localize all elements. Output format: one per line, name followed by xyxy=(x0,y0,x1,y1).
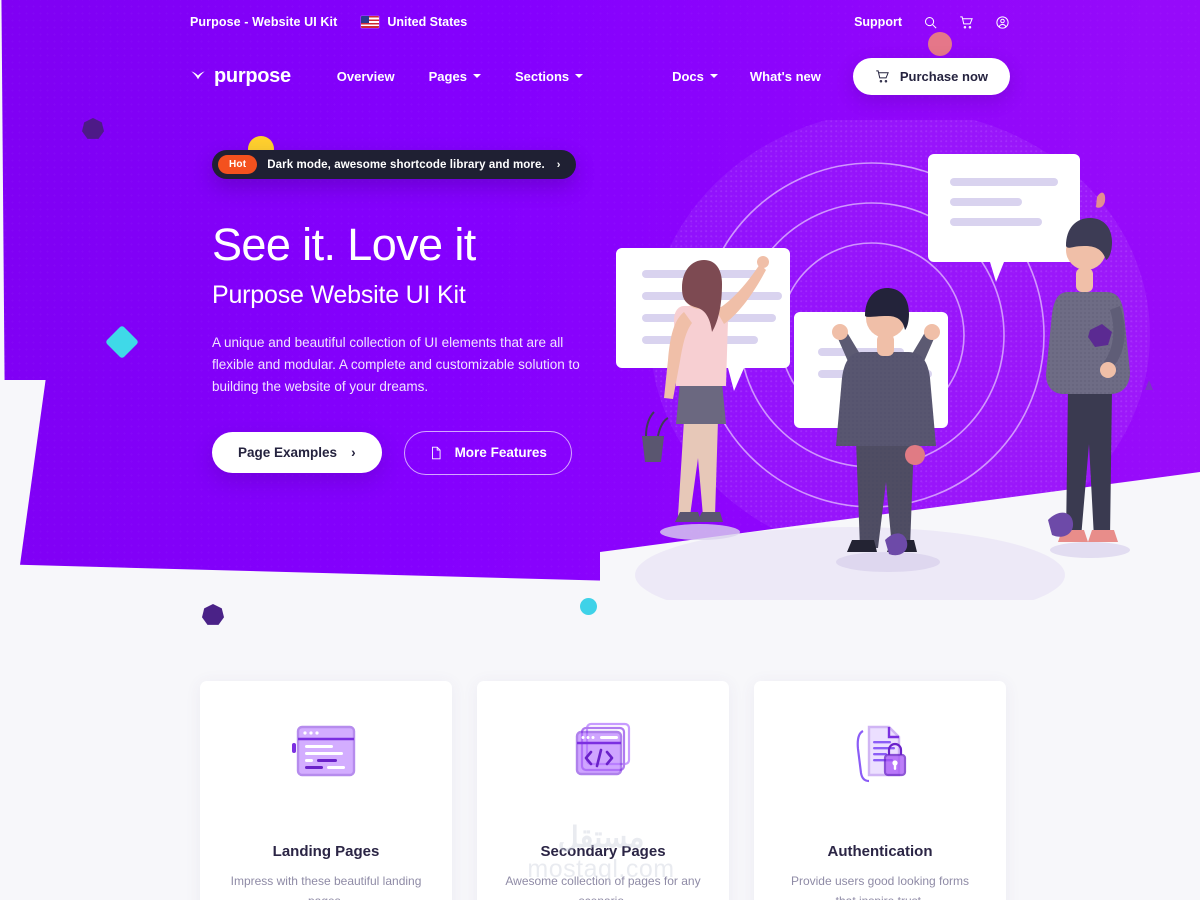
cart-icon xyxy=(876,69,889,82)
bird-logo-icon xyxy=(190,68,206,84)
card-description: Impress with these beautiful landing pag… xyxy=(230,874,422,900)
purchase-now-label: Purchase now xyxy=(899,68,988,84)
nav-item-whats-new-label: What's new xyxy=(749,68,821,84)
hero-illustration xyxy=(600,120,1200,600)
page-examples-button[interactable]: Page Examples › xyxy=(212,432,382,474)
hero-announcement-badge[interactable]: Hot Dark mode, awesome shortcode library… xyxy=(212,150,577,179)
document-lock-icon xyxy=(845,717,915,789)
hero-description: A unique and beautiful collection of UI … xyxy=(212,335,580,394)
us-flag-icon xyxy=(361,16,380,28)
nav-item-sections[interactable]: Sections xyxy=(514,68,584,84)
more-features-label: More Features xyxy=(454,445,547,461)
decor-dot-cyan xyxy=(580,598,597,615)
chevron-right-icon: › xyxy=(351,445,356,461)
document-icon xyxy=(431,446,441,460)
search-icon[interactable] xyxy=(922,14,938,30)
chevron-down-icon xyxy=(575,74,584,78)
cart-icon[interactable] xyxy=(958,14,974,30)
topbar-right-group: Support xyxy=(854,14,1010,30)
nav-item-docs[interactable]: Docs xyxy=(672,69,718,84)
secondary-nav: Docs What's new Purchase now xyxy=(672,31,1010,95)
brand-logo[interactable]: purpose xyxy=(190,65,291,88)
chevron-down-icon xyxy=(709,74,718,78)
card-description: Provide users good looking forms that in… xyxy=(790,874,970,900)
brand-name: purpose xyxy=(214,64,291,87)
nav-item-whats-new[interactable]: What's new xyxy=(750,69,821,84)
browser-window-icon xyxy=(291,717,361,789)
chevron-right-icon: › xyxy=(556,158,561,171)
purchase-now-button[interactable]: Purchase now xyxy=(852,57,1010,95)
country-label: United States xyxy=(387,15,468,29)
main-navbar: purpose Overview Pages Sections Docs Wha… xyxy=(0,31,1200,100)
country-selector[interactable]: United States xyxy=(361,15,467,29)
nav-item-overview-label: Overview xyxy=(336,68,395,84)
nav-item-pages-label: Pages xyxy=(428,68,467,84)
feature-cards: Landing Pages Impress with these beautif… xyxy=(200,681,1006,900)
decor-heptagon-bottom xyxy=(202,604,224,625)
card-description: Awesome collection of pages for any scen… xyxy=(505,874,701,900)
more-features-button[interactable]: More Features xyxy=(403,430,572,475)
page-root: Purpose - Website UI Kit United States S… xyxy=(0,0,1200,900)
code-window-icon xyxy=(568,717,638,789)
badge-text: Dark mode, awesome shortcode library and… xyxy=(267,158,545,171)
nav-item-sections-label: Sections xyxy=(514,68,570,84)
card-landing-pages[interactable]: Landing Pages Impress with these beautif… xyxy=(200,681,452,900)
nav-item-overview[interactable]: Overview xyxy=(337,69,395,84)
nav-item-docs-label: Docs xyxy=(672,68,704,84)
card-authentication[interactable]: Authentication Provide users good lookin… xyxy=(754,681,1006,900)
support-link[interactable]: Support xyxy=(854,15,902,29)
pink-decor-dot xyxy=(928,31,952,56)
primary-nav: Overview Pages Sections xyxy=(337,68,584,84)
nav-item-pages[interactable]: Pages xyxy=(429,69,481,84)
chevron-down-icon xyxy=(472,74,481,78)
page-examples-label: Page Examples xyxy=(238,445,338,461)
top-utility-bar: Purpose - Website UI Kit United States S… xyxy=(0,0,1200,44)
account-icon[interactable] xyxy=(994,14,1010,30)
topbar-left-group: Purpose - Website UI Kit United States xyxy=(190,15,467,29)
card-title: Secondary Pages xyxy=(540,843,666,860)
card-title: Authentication xyxy=(827,843,933,860)
card-title: Landing Pages xyxy=(272,843,380,860)
badge-hot-tag: Hot xyxy=(218,155,258,174)
card-secondary-pages[interactable]: Secondary Pages Awesome collection of pa… xyxy=(477,681,729,900)
site-title: Purpose - Website UI Kit xyxy=(190,15,338,29)
